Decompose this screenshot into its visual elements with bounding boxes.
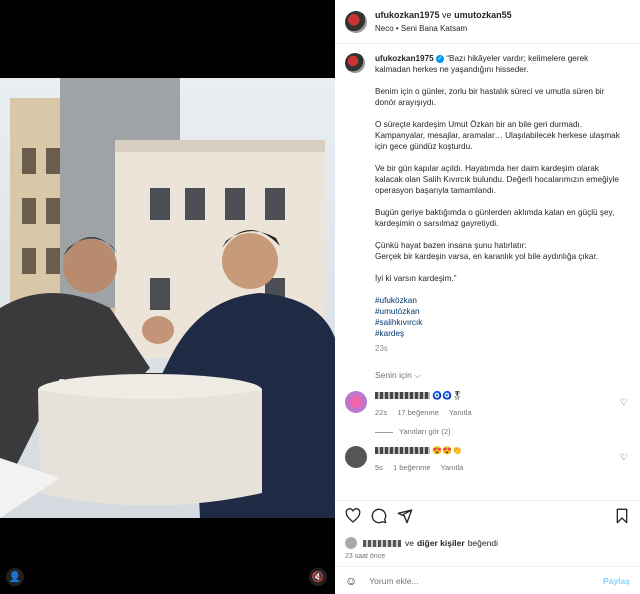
comment-icon[interactable] (371, 508, 387, 524)
caption-username[interactable]: ufukozkan1975 (375, 54, 434, 63)
comment-time[interactable]: 5s (375, 463, 383, 472)
caption: ufukozkan1975 ✓ “Bazı hikâyeler vardır; … (345, 53, 630, 354)
post-header: ufukozkan1975 ve umutozkan55 Neco • Seni… (335, 0, 640, 44)
view-replies-button[interactable]: Yanıtları gör (2) (375, 427, 630, 436)
liker-username (363, 539, 401, 547)
comment-likes[interactable]: 17 beğenme (397, 408, 439, 417)
collab-username[interactable]: umutozkan55 (454, 10, 512, 20)
reply-button[interactable]: Yanıtla (441, 463, 464, 472)
hashtag[interactable]: #umutözkan (375, 306, 625, 317)
heart-icon[interactable] (345, 508, 361, 524)
comment-avatar[interactable] (345, 391, 367, 413)
comment-username[interactable] (375, 447, 430, 455)
media-panel: 👤 🔇 (0, 0, 335, 594)
author-avatar[interactable] (345, 10, 367, 33)
caption-para-5: Çünkü hayat bazen insana şunu hatırlatır… (375, 241, 598, 261)
emoji-icon[interactable]: ☺ (345, 574, 357, 588)
post-comment-button[interactable]: Paylaş (603, 576, 630, 586)
comment-text: 🧿🧿🎖 (432, 391, 463, 400)
author-username[interactable]: ufukozkan1975 (375, 10, 440, 20)
caption-para-1: Benim için o günler, zorlu bir hastalık … (375, 87, 605, 107)
comment-username[interactable] (375, 392, 430, 400)
caption-para-4: Bugün geriye baktığımda o günlerden aklı… (375, 208, 615, 228)
caption-avatar[interactable] (345, 53, 365, 73)
post-side-panel: ufukozkan1975 ve umutozkan55 Neco • Seni… (335, 0, 640, 594)
heart-icon[interactable]: ♡ (620, 397, 628, 408)
likes-liked: beğendi (467, 538, 498, 548)
caption-para-0: ufukozkan1975 ✓ “Bazı hikâyeler vardır; … (375, 54, 589, 74)
hashtag[interactable]: #salihkıvırcık (375, 317, 625, 328)
caption-para-6: İyi ki varsın kardeşim.” (375, 274, 457, 283)
comment-likes[interactable]: 1 beğenme (393, 463, 431, 472)
bookmark-icon[interactable] (614, 508, 630, 524)
header-conjunction: ve (442, 9, 452, 20)
likes-others[interactable]: diğer kişiler (417, 538, 465, 548)
comment-avatar[interactable] (345, 446, 367, 468)
for-you-filter[interactable]: Senin için ⌵ (375, 370, 630, 381)
audio-label[interactable]: Neco • Seni Bana Katsam (375, 22, 512, 35)
comment-input[interactable] (369, 575, 580, 586)
user-tag-icon[interactable]: 👤 (6, 568, 24, 586)
comment-time[interactable]: 22s (375, 408, 387, 417)
share-icon[interactable] (397, 508, 413, 524)
comment-item: 😍😍👏 5s 1 beğenme Yanıtla ♡ (345, 446, 630, 472)
comments-scroll-area[interactable]: ufukozkan1975 ✓ “Bazı hikâyeler vardır; … (335, 45, 640, 500)
likes-summary[interactable]: ve diğer kişiler beğendi (345, 537, 630, 549)
heart-icon[interactable]: ♡ (620, 452, 628, 463)
comment-item: 🧿🧿🎖 22s 17 beğenme Yanıtla ♡ (345, 391, 630, 417)
reply-button[interactable]: Yanıtla (449, 408, 472, 417)
caption-para-2: O süreçte kardeşim Umut Özkan bir an bil… (375, 120, 620, 151)
comment-text: 😍😍👏 (432, 446, 463, 455)
hashtag[interactable]: #kardeş (375, 328, 625, 339)
verified-icon: ✓ (435, 54, 444, 63)
likes-and: ve (405, 538, 414, 548)
post-photo[interactable] (0, 78, 335, 518)
mute-icon[interactable]: 🔇 (309, 568, 327, 586)
caption-time[interactable]: 23s (375, 343, 625, 354)
caption-para-3: Ve bir gün kapılar açıldı. Hayatımda her… (375, 164, 619, 195)
comment-box: ☺ Paylaş (335, 566, 640, 594)
liker-avatar (345, 537, 357, 549)
post-date: 23 saat önce (345, 553, 386, 560)
hashtag[interactable]: #ufuközkan (375, 295, 625, 306)
